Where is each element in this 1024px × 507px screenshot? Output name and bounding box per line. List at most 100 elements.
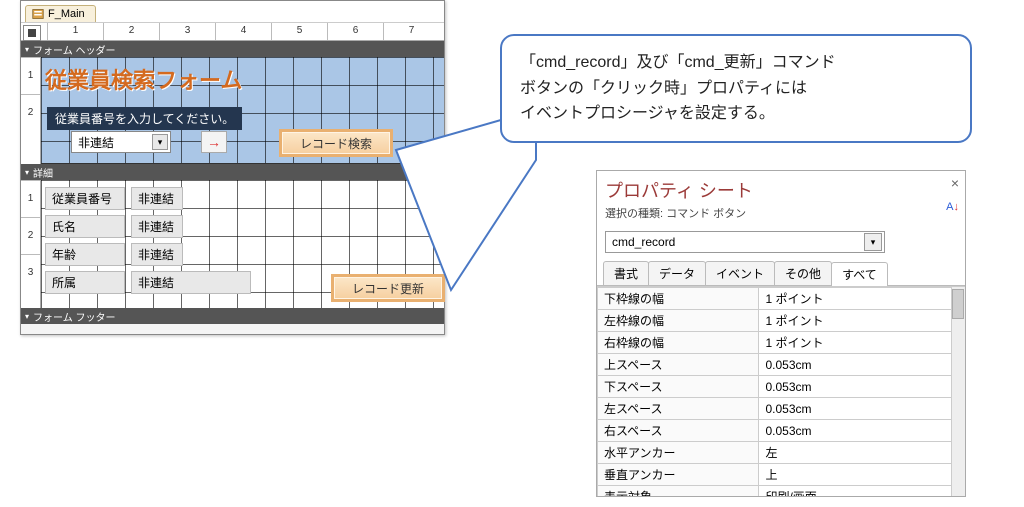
property-name: 左スペース xyxy=(598,398,759,420)
property-value[interactable]: 1 ポイント xyxy=(759,332,965,354)
scrollbar[interactable] xyxy=(951,287,965,496)
go-arrow-button[interactable]: → xyxy=(201,131,227,153)
chevron-down-icon[interactable]: ▾ xyxy=(152,134,168,150)
collapse-icon: ▾ xyxy=(25,45,29,54)
cmd-record-button[interactable]: レコード検索 xyxy=(281,131,391,155)
vertical-ruler[interactable]: 1 2 3 xyxy=(21,180,41,308)
subtitle-prefix: 選択の種類: xyxy=(605,208,666,220)
property-value[interactable]: 0.053cm xyxy=(759,376,965,398)
chevron-down-icon[interactable]: ▾ xyxy=(864,233,882,251)
property-value[interactable]: 印刷/画面 xyxy=(759,486,965,497)
ruler-corner-selector[interactable] xyxy=(23,25,41,41)
cmd-update-button[interactable]: レコード更新 xyxy=(333,276,443,300)
section-bar-detail[interactable]: ▾ 詳細 xyxy=(21,164,444,180)
property-name: 水平アンカー xyxy=(598,442,759,464)
property-name: 上スペース xyxy=(598,354,759,376)
vruler-tick: 1 xyxy=(21,57,40,94)
employee-number-combo[interactable]: 非連結 ▾ xyxy=(71,131,171,153)
collapse-icon: ▾ xyxy=(25,168,29,177)
ruler-tick: 4 xyxy=(215,23,271,40)
property-row[interactable]: 下スペース0.053cm xyxy=(598,376,965,398)
section-label: 詳細 xyxy=(33,165,53,180)
field-label[interactable]: 所属 xyxy=(45,271,125,294)
property-name: 垂直アンカー xyxy=(598,464,759,486)
property-name: 右枠線の幅 xyxy=(598,332,759,354)
form-tab-label: F_Main xyxy=(48,8,85,20)
property-sheet: × A↓ プロパティ シート 選択の種類: コマンド ボタン cmd_recor… xyxy=(596,170,966,497)
ruler-tick: 1 xyxy=(47,23,103,40)
tab-event[interactable]: イベント xyxy=(705,261,775,285)
property-sheet-title: プロパティ シート xyxy=(605,177,957,203)
property-row[interactable]: 水平アンカー左 xyxy=(598,442,965,464)
property-row[interactable]: 右スペース0.053cm xyxy=(598,420,965,442)
subtitle-value: コマンド ボタン xyxy=(666,208,746,220)
property-value[interactable]: 左 xyxy=(759,442,965,464)
property-row[interactable]: 左枠線の幅1 ポイント xyxy=(598,310,965,332)
property-value[interactable]: 1 ポイント xyxy=(759,310,965,332)
vruler-tick: 3 xyxy=(21,254,40,291)
property-sheet-subtitle: 選択の種類: コマンド ボタン xyxy=(605,205,957,221)
tab-format[interactable]: 書式 xyxy=(603,261,649,285)
combo-value: 非連結 xyxy=(78,134,114,151)
property-row[interactable]: 左スペース0.053cm xyxy=(598,398,965,420)
property-value[interactable]: 上 xyxy=(759,464,965,486)
ruler-tick: 5 xyxy=(271,23,327,40)
prompt-label[interactable]: 従業員番号を入力してください。 xyxy=(47,107,242,130)
ruler-tick: 7 xyxy=(383,23,439,40)
scrollbar-thumb[interactable] xyxy=(952,289,964,319)
property-tabs: 書式 データ イベント その他 すべて xyxy=(597,261,965,286)
property-name: 下スペース xyxy=(598,376,759,398)
tab-other[interactable]: その他 xyxy=(774,261,832,285)
arrow-right-icon: → xyxy=(207,134,221,150)
form-header-area[interactable]: 1 2 従業員検索フォーム 従業員番号を入力してください。 非連結 ▾ → レコ… xyxy=(21,57,444,164)
close-icon[interactable]: × xyxy=(951,175,959,191)
property-row[interactable]: 下枠線の幅1 ポイント xyxy=(598,288,965,310)
property-grid[interactable]: 下枠線の幅1 ポイント左枠線の幅1 ポイント右枠線の幅1 ポイント上スペース0.… xyxy=(597,286,965,496)
tab-all[interactable]: すべて xyxy=(831,262,888,286)
form-tab-strip: F_Main xyxy=(21,1,444,23)
horizontal-ruler[interactable]: 1 2 3 4 5 6 7 xyxy=(21,23,444,41)
vruler-tick: 2 xyxy=(21,94,40,131)
field-control[interactable]: 非連結 xyxy=(131,271,251,294)
field-label[interactable]: 従業員番号 xyxy=(45,187,125,210)
property-name: 下枠線の幅 xyxy=(598,288,759,310)
form-design-window: F_Main 1 2 3 4 5 6 7 ▾ フォーム ヘッダー 1 2 従業員… xyxy=(20,0,445,335)
property-name: 右スペース xyxy=(598,420,759,442)
field-label[interactable]: 年齢 xyxy=(45,243,125,266)
cmd-update-label: レコード更新 xyxy=(352,280,424,297)
vertical-ruler[interactable]: 1 2 xyxy=(21,57,41,164)
field-label[interactable]: 氏名 xyxy=(45,215,125,238)
field-control[interactable]: 非連結 xyxy=(131,215,183,238)
section-bar-form-footer[interactable]: ▾ フォーム フッター xyxy=(21,308,444,324)
vruler-tick: 2 xyxy=(21,217,40,254)
collapse-icon: ▾ xyxy=(25,312,29,321)
property-value[interactable]: 0.053cm xyxy=(759,354,965,376)
property-name: 左枠線の幅 xyxy=(598,310,759,332)
property-object-selector[interactable]: cmd_record ▾ xyxy=(605,231,885,253)
ruler-tick: 2 xyxy=(103,23,159,40)
sort-az-button[interactable]: A↓ xyxy=(946,201,959,213)
property-value[interactable]: 0.053cm xyxy=(759,398,965,420)
property-row[interactable]: 表示対象印刷/画面 xyxy=(598,486,965,497)
section-bar-form-header[interactable]: ▾ フォーム ヘッダー xyxy=(21,41,444,57)
field-control[interactable]: 非連結 xyxy=(131,187,183,210)
form-title-label[interactable]: 従業員検索フォーム xyxy=(45,63,242,95)
property-name: 表示対象 xyxy=(598,486,759,497)
callout-line: ボタンの「クリック時」プロパティには xyxy=(520,76,952,102)
selector-value: cmd_record xyxy=(612,235,675,249)
property-value[interactable]: 0.053cm xyxy=(759,420,965,442)
ruler-tick: 3 xyxy=(159,23,215,40)
cmd-record-label: レコード検索 xyxy=(300,135,372,152)
property-row[interactable]: 垂直アンカー上 xyxy=(598,464,965,486)
ruler-tick: 6 xyxy=(327,23,383,40)
callout-line: 「cmd_record」及び「cmd_更新」コマンド xyxy=(520,50,952,76)
property-value[interactable]: 1 ポイント xyxy=(759,288,965,310)
form-detail-area[interactable]: 1 2 3 従業員番号 非連結 氏名 非連結 年齢 非連結 所属 非連結 レコー… xyxy=(21,180,444,308)
property-row[interactable]: 上スペース0.053cm xyxy=(598,354,965,376)
form-tab[interactable]: F_Main xyxy=(25,5,96,22)
field-control[interactable]: 非連結 xyxy=(131,243,183,266)
section-label: フォーム ヘッダー xyxy=(33,42,115,57)
property-row[interactable]: 右枠線の幅1 ポイント xyxy=(598,332,965,354)
tab-data[interactable]: データ xyxy=(648,261,706,285)
explanation-callout: 「cmd_record」及び「cmd_更新」コマンド ボタンの「クリック時」プロ… xyxy=(500,34,972,143)
